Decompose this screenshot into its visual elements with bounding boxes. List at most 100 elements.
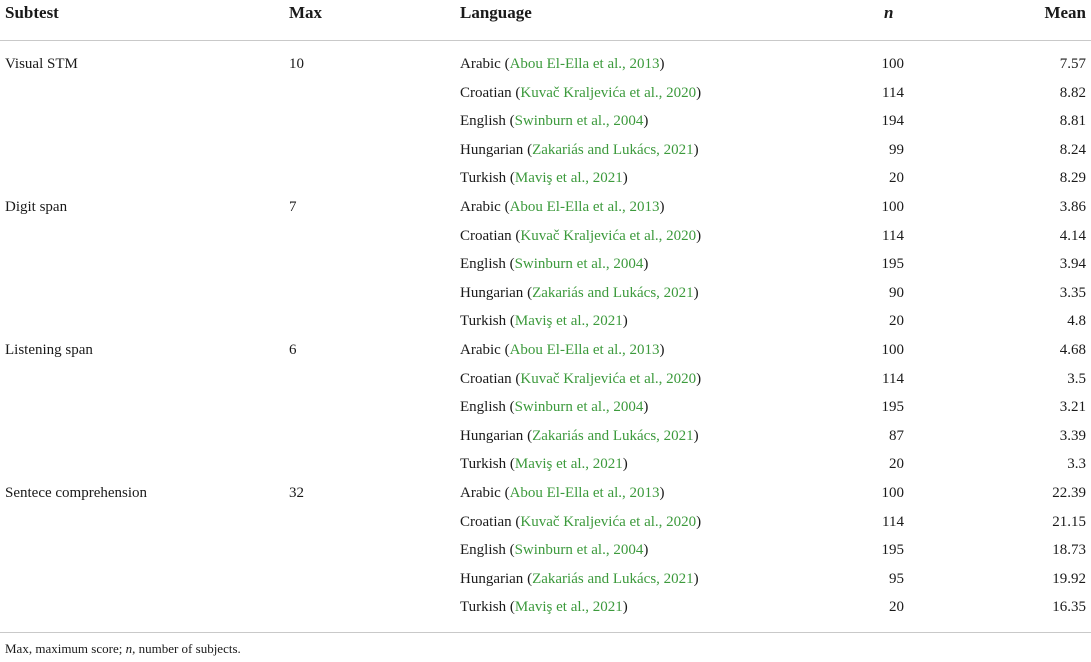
table-row: Turkish (Maviş et al., 2021) 20 4.8 (0, 307, 1091, 336)
subject-count: 194 (881, 113, 905, 130)
table-row: English (Swinburn et al., 2004) 195 3.94 (0, 250, 1091, 279)
subject-count: 100 (881, 484, 905, 501)
subject-count: 195 (881, 256, 905, 273)
language-name: Turkish (460, 456, 507, 473)
table-row: Croatian (Kuvač Kraljevića et al., 2020)… (0, 508, 1091, 537)
max-score: 7 (289, 198, 297, 215)
language-cell: Hungarian (Zakariás and Lukács, 2021) (460, 427, 699, 444)
language-name: Arabic (460, 56, 501, 72)
citation-link[interactable]: Maviş et al., 2021 (515, 456, 623, 472)
language-name: Hungarian (460, 141, 524, 158)
subject-count: 114 (882, 370, 904, 387)
language-name: Hungarian (460, 427, 524, 444)
mean-score: 8.82 (1059, 84, 1086, 101)
max-score: 10 (289, 56, 304, 72)
language-cell: English (Swinburn et al., 2004) (460, 399, 649, 416)
language-name: Arabic (460, 484, 501, 501)
language-name: English (460, 542, 506, 559)
citation-link[interactable]: Maviş et al., 2021 (515, 313, 623, 329)
footnote-part1: Max, maximum score; (5, 641, 126, 656)
max-score: 6 (289, 341, 297, 358)
language-cell: Croatian (Kuvač Kraljevića et al., 2020) (460, 513, 702, 530)
subject-count: 20 (889, 456, 904, 473)
table-row: English (Swinburn et al., 2004) 194 8.81 (0, 107, 1091, 136)
table-row: Turkish (Maviş et al., 2021) 20 8.29 (0, 164, 1091, 193)
table-row: Hungarian (Zakariás and Lukács, 2021) 99 8… (0, 136, 1091, 165)
citation-link[interactable]: Swinburn et al., 2004 (515, 113, 644, 129)
citation-link[interactable]: Maviş et al., 2021 (515, 599, 623, 615)
header-language: Language (460, 3, 532, 22)
mean-score: 3.3 (1067, 456, 1086, 473)
citation-link[interactable]: Zakariás and Lukács, 2021 (532, 571, 694, 587)
header-subtest: Subtest (5, 3, 59, 22)
citation-link[interactable]: Kuvač Kraljevića et al., 2020 (520, 514, 696, 530)
subject-count: 114 (882, 513, 904, 530)
mean-score: 22.39 (1052, 484, 1086, 501)
subject-count: 100 (881, 56, 905, 72)
mean-score: 18.73 (1052, 542, 1086, 559)
mean-score: 21.15 (1052, 513, 1086, 530)
table-row: English (Swinburn et al., 2004) 195 3.21 (0, 393, 1091, 422)
language-name: English (460, 399, 506, 416)
table-row: Croatian (Kuvač Kraljevića et al., 2020)… (0, 79, 1091, 108)
mean-score: 4.14 (1059, 227, 1086, 244)
table-row: Hungarian (Zakariás and Lukács, 2021) 95 1… (0, 565, 1091, 594)
language-cell: English (Swinburn et al., 2004) (460, 542, 649, 559)
header-max: Max (289, 3, 323, 22)
subject-count: 114 (882, 84, 904, 101)
citation-link[interactable]: Swinburn et al., 2004 (515, 542, 644, 558)
table-row: Listening span 6 Arabic (Abou El-Ella et a… (0, 336, 1091, 365)
table-row: Digit span 7 Arabic (Abou El-Ella et al., … (0, 193, 1091, 222)
header-mean: Mean (1044, 3, 1086, 22)
citation-link[interactable]: Zakariás and Lukács, 2021 (532, 142, 694, 158)
table-footnote: Max, maximum score; n, number of subject… (5, 641, 241, 657)
subtest-name: Listening span (5, 341, 93, 358)
language-name: Croatian (460, 227, 512, 244)
subject-count: 100 (881, 198, 905, 215)
citation-link[interactable]: Abou El-Ella et al., 2013 (510, 342, 660, 358)
mean-score: 3.94 (1059, 256, 1086, 273)
subject-count: 100 (881, 341, 905, 358)
mean-score: 4.68 (1059, 341, 1086, 358)
language-cell: Arabic (Abou El-Ella et al., 2013) (460, 341, 665, 358)
language-name: Turkish (460, 599, 507, 616)
mean-score: 8.81 (1059, 113, 1086, 130)
table-row: Visual STM 10 Arabic (Abou El-Ella et al.,… (0, 50, 1091, 79)
subject-count: 95 (889, 570, 904, 587)
table-row: English (Swinburn et al., 2004) 195 18.73 (0, 536, 1091, 565)
subject-count: 114 (882, 227, 904, 244)
mean-score: 4.8 (1067, 313, 1086, 330)
subject-count: 195 (881, 542, 905, 559)
citation-link[interactable]: Swinburn et al., 2004 (515, 256, 644, 272)
language-name: English (460, 113, 506, 130)
citation-link[interactable]: Kuvač Kraljevića et al., 2020 (520, 228, 696, 244)
language-name: English (460, 256, 506, 273)
language-name: Croatian (460, 513, 512, 530)
subtest-name: Visual STM (5, 56, 78, 72)
language-cell: English (Swinburn et al., 2004) (460, 113, 649, 130)
mean-score: 19.92 (1052, 570, 1086, 587)
language-cell: Arabic (Abou El-Ella et al., 2013) (460, 484, 665, 501)
citation-link[interactable]: Zakariás and Lukács, 2021 (532, 428, 694, 444)
top-rule (0, 40, 1091, 41)
subtest-name: Digit span (5, 198, 68, 215)
bottom-rule (0, 632, 1091, 633)
subject-count: 87 (889, 427, 904, 444)
subject-count: 99 (889, 141, 904, 158)
citation-link[interactable]: Zakariás and Lukács, 2021 (532, 285, 694, 301)
citation-link[interactable]: Swinburn et al., 2004 (515, 399, 644, 415)
subject-count: 195 (881, 399, 905, 416)
citation-link[interactable]: Abou El-Ella et al., 2013 (510, 199, 660, 215)
language-cell: Turkish (Maviş et al., 2021) (460, 456, 628, 473)
subtest-name: Sentece comprehension (5, 484, 148, 501)
citation-link[interactable]: Abou El-Ella et al., 2013 (510, 56, 660, 72)
table-row: Turkish (Maviş et al., 2021) 20 16.35 (0, 593, 1091, 622)
citation-link[interactable]: Abou El-Ella et al., 2013 (510, 485, 660, 501)
citation-link[interactable]: Maviş et al., 2021 (515, 170, 623, 186)
subject-count: 90 (889, 284, 904, 301)
table-body: Visual STM 10 Arabic (Abou El-Ella et al.,… (0, 50, 1091, 622)
language-cell: Turkish (Maviş et al., 2021) (460, 170, 628, 187)
citation-link[interactable]: Kuvač Kraljevića et al., 2020 (520, 371, 696, 387)
language-name: Hungarian (460, 284, 524, 301)
citation-link[interactable]: Kuvač Kraljevića et al., 2020 (520, 85, 696, 101)
